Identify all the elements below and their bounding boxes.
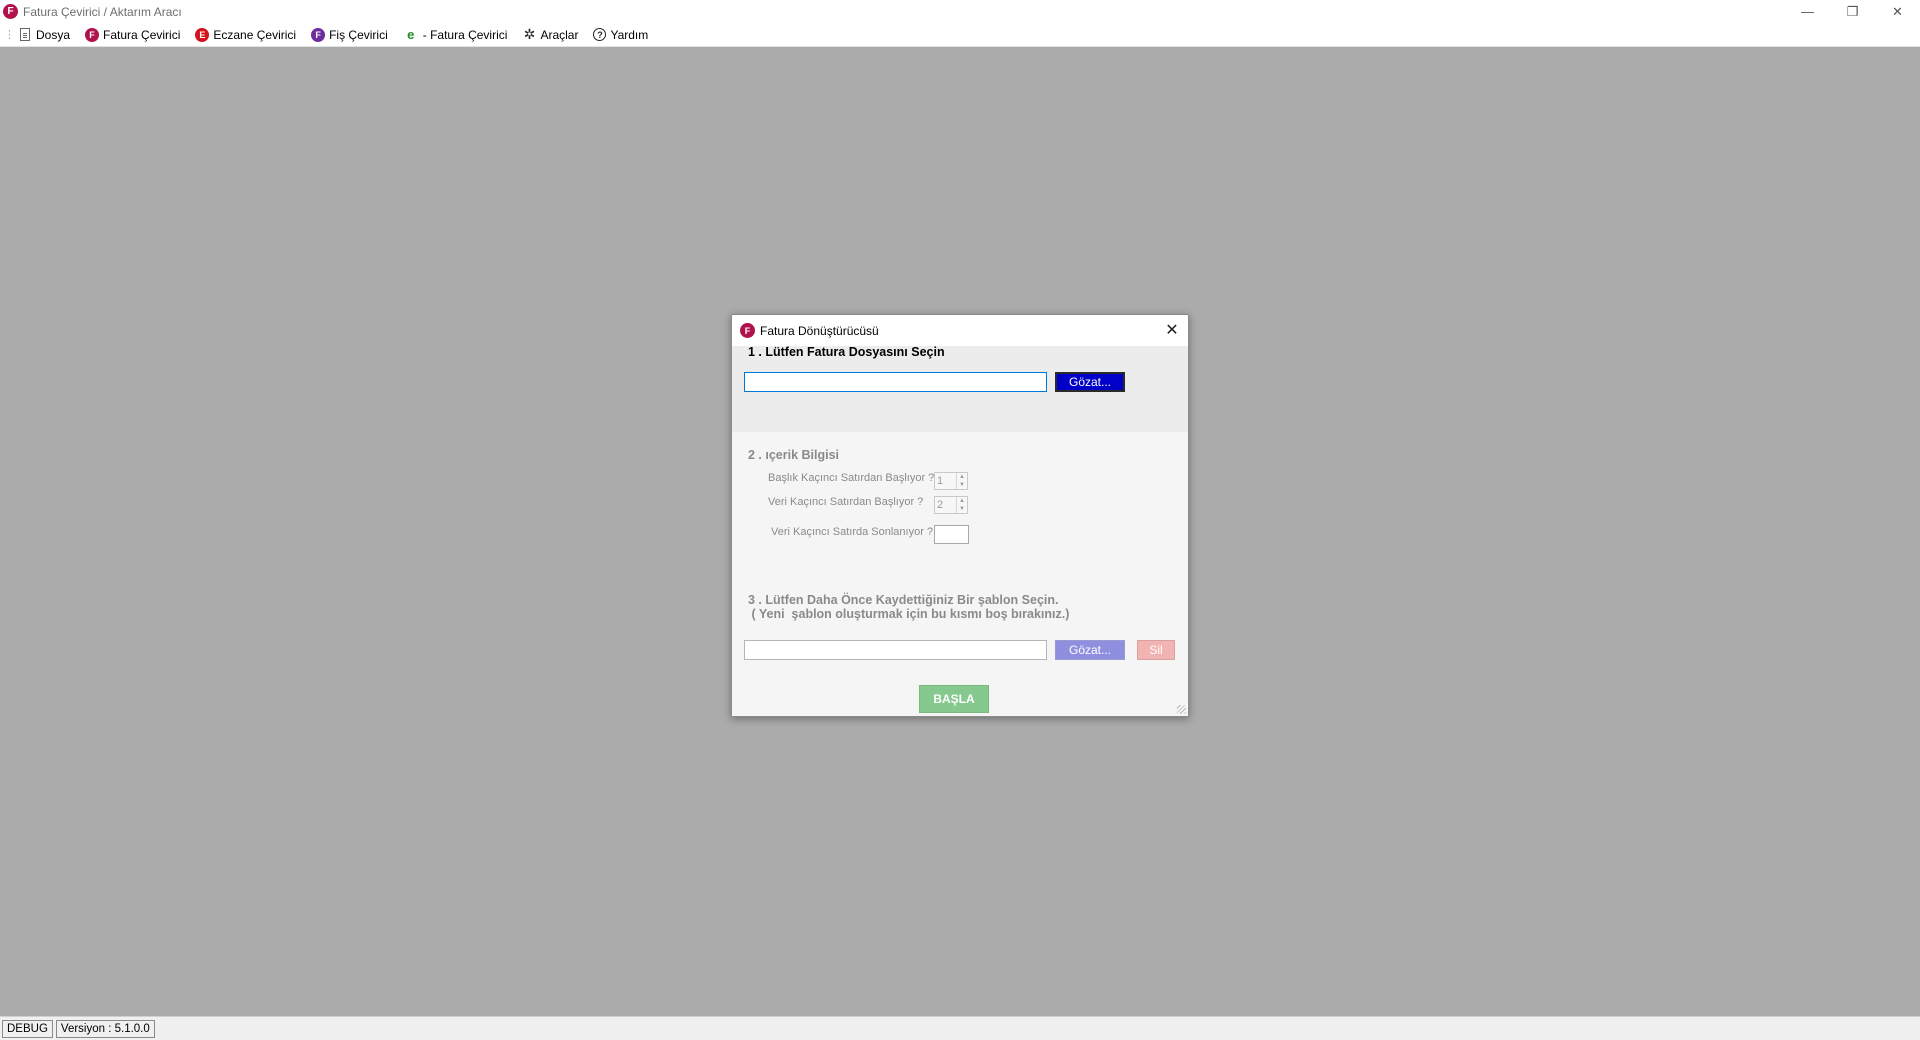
menu-item-label: Fatura Çevirici: [103, 27, 181, 42]
menu-item-label: - Fatura Çevirici: [422, 27, 508, 42]
template-browse-button[interactable]: Gözat...: [1055, 640, 1125, 660]
stepper-down-icon[interactable]: ▼: [957, 481, 967, 489]
stepper-down-icon[interactable]: ▼: [957, 505, 967, 513]
invoice-browse-button[interactable]: Gözat...: [1055, 372, 1125, 392]
minimize-button[interactable]: —: [1785, 0, 1830, 23]
status-version: Versiyon : 5.1.0.0: [55, 1019, 155, 1038]
tools-icon: ✲: [523, 26, 536, 42]
document-icon: [20, 28, 30, 41]
header-row-label: Başlık Kaçıncı Satırdan Başlıyor ?: [768, 472, 935, 484]
stepper-up-icon[interactable]: ▲: [957, 497, 967, 505]
menu-item-araclar[interactable]: ✲ Araçlar: [522, 26, 579, 42]
end-row-label: Veri Kaçıncı Satırda Sonlanıyor ?: [771, 526, 934, 538]
template-file-input[interactable]: [744, 640, 1047, 660]
menu-item-yardim[interactable]: ? Yardım: [593, 28, 648, 42]
fis-logo-icon: F: [311, 27, 326, 42]
menu-item-eczane-cevirici[interactable]: E Eczane Çevirici: [195, 27, 297, 42]
data-row-label: Veri Kaçıncı Satırdan Başlıyor ?: [768, 496, 924, 508]
menu-item-efatura-cevirici[interactable]: e - Fatura Çevirici: [403, 27, 508, 42]
window-title: Fatura Çevirici / Aktarım Aracı: [23, 4, 182, 19]
menu-item-label: Eczane Çevirici: [213, 27, 297, 42]
stepper-arrows[interactable]: ▲ ▼: [956, 497, 967, 513]
step1-label: 1 . Lütfen Fatura Dosyasını Seçin: [748, 345, 945, 359]
stepper-arrows[interactable]: ▲ ▼: [956, 473, 967, 489]
dialog-logo-icon: F: [740, 323, 755, 338]
dialog-titlebar[interactable]: F Fatura Dönüştürücüsü ✕: [732, 315, 1188, 346]
status-mode: DEBUG: [2, 1019, 53, 1038]
menu-item-dosya[interactable]: Dosya: [20, 28, 70, 42]
header-row-stepper[interactable]: 1 ▲ ▼: [934, 472, 968, 490]
efatura-icon: e: [407, 27, 415, 42]
header-row-value: 1: [937, 475, 944, 487]
e-logo-icon: E: [195, 27, 210, 42]
f-logo-icon: F: [85, 27, 100, 42]
template-delete-button[interactable]: Sil: [1137, 640, 1175, 660]
step3-label-line2: ( Yeni şablon oluşturmak için bu kısmı b…: [748, 607, 1070, 621]
menu-item-label: Yardım: [610, 27, 649, 42]
menu-item-label: Fiş Çevirici: [329, 27, 388, 42]
close-window-button[interactable]: ✕: [1875, 0, 1920, 23]
step3-label: 3 . Lütfen Daha Önce Kaydettiğiniz Bir ş…: [748, 593, 1069, 621]
menu-item-label: Araçlar: [540, 27, 579, 42]
dialog-close-button[interactable]: ✕: [1162, 320, 1182, 340]
status-bar: DEBUG Versiyon : 5.1.0.0: [0, 1016, 1920, 1040]
menu-bar: ⋮ Dosya F Fatura Çevirici E Eczane Çevir…: [0, 23, 1920, 47]
window-titlebar: F Fatura Çevirici / Aktarım Aracı — ❐ ✕: [0, 0, 1920, 23]
step3-label-line1: 3 . Lütfen Daha Önce Kaydettiğiniz Bir ş…: [748, 593, 1059, 607]
start-button[interactable]: BAŞLA: [919, 685, 989, 713]
menu-item-fatura-cevirici[interactable]: F Fatura Çevirici: [85, 27, 181, 42]
menu-item-label: Dosya: [36, 27, 71, 42]
restore-button[interactable]: ❐: [1830, 0, 1875, 23]
fatura-donusturucu-dialog: F Fatura Dönüştürücüsü ✕ 1 . Lütfen Fatu…: [731, 314, 1189, 717]
help-icon: ?: [593, 28, 607, 41]
data-row-value: 2: [937, 499, 944, 511]
dialog-title: Fatura Dönüştürücüsü: [760, 323, 879, 338]
stepper-up-icon[interactable]: ▲: [957, 473, 967, 481]
menu-grip-icon[interactable]: ⋮: [4, 28, 15, 41]
menu-item-fis-cevirici[interactable]: F Fiş Çevirici: [311, 27, 388, 42]
end-row-input[interactable]: [934, 525, 969, 544]
step2-label: 2 . ıçerik Bilgisi: [748, 448, 840, 462]
invoice-file-input[interactable]: [744, 372, 1047, 392]
app-logo-icon: F: [3, 4, 18, 19]
data-row-stepper[interactable]: 2 ▲ ▼: [934, 496, 968, 514]
window-controls: — ❐ ✕: [1785, 0, 1920, 23]
resize-grip[interactable]: [1177, 705, 1186, 714]
